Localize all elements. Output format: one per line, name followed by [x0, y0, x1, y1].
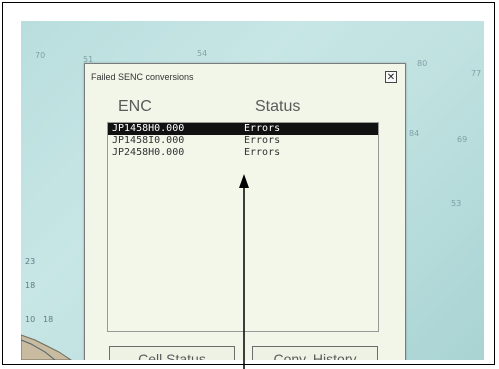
- depth-sounding: 23: [25, 257, 36, 266]
- enc-status: Errors: [244, 147, 281, 158]
- list-item[interactable]: JP2458H0.000 Errors: [108, 147, 378, 159]
- chart-display: 70 51 54 80 77 84 69 53 23 18 10 18 Fail…: [21, 21, 484, 360]
- conv-history-button[interactable]: Conv. History: [252, 346, 378, 360]
- column-header-status: Status: [255, 98, 301, 115]
- depth-sounding: 69: [457, 135, 468, 144]
- enc-status: Errors: [244, 123, 281, 134]
- list-item[interactable]: JP1458H0.000 Errors: [108, 123, 378, 135]
- close-icon[interactable]: ✕: [385, 71, 397, 83]
- column-header-enc: ENC: [118, 98, 152, 115]
- depth-sounding: 80: [417, 59, 428, 68]
- cell-status-button[interactable]: Cell Status: [109, 346, 235, 360]
- enc-name: JP1458I0.000: [112, 135, 185, 146]
- figure-frame: 70 51 54 80 77 84 69 53 23 18 10 18 Fail…: [2, 2, 495, 365]
- enc-status: Errors: [244, 135, 281, 146]
- depth-sounding: 84: [409, 129, 420, 138]
- enc-name: JP1458H0.000: [112, 123, 185, 134]
- depth-sounding: 54: [197, 49, 208, 58]
- depth-sounding: 77: [471, 69, 482, 78]
- depth-sounding: 53: [451, 199, 462, 208]
- depth-sounding: 70: [35, 51, 46, 60]
- failed-senc-dialog: Failed SENC conversions ✕ ENC Status JP1…: [84, 63, 406, 360]
- senc-list[interactable]: JP1458H0.000 Errors JP1458I0.000 Errors …: [107, 122, 379, 332]
- list-item[interactable]: JP1458I0.000 Errors: [108, 135, 378, 147]
- dialog-title: Failed SENC conversions: [91, 72, 194, 82]
- enc-name: JP2458H0.000: [112, 147, 185, 158]
